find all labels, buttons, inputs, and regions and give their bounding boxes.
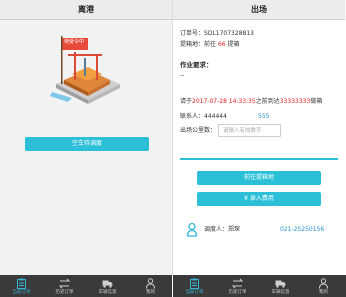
dispatcher-phone[interactable]: 021-25250156 [280,226,324,234]
truck-icon [275,280,286,288]
deadline-text: 请于2017-07-28 14:33:35之前到达33333333做箱 [180,98,323,105]
tab-current-orders[interactable]: 当前订单 [173,275,216,297]
left-screen: 离港 待受令中 空车待调度 [0,0,172,297]
mileage-input[interactable]: 请输入有效数字 [218,124,281,137]
dispatcher-icon [186,222,198,237]
clipboard-icon [17,278,26,289]
flag-text: 待受令中 [64,39,85,45]
tab-history-orders[interactable]: 历史订单 [43,275,86,297]
order-number: 订单号：SDL1707328813 [180,30,254,37]
history-icon [232,278,243,289]
contact-person: 联系人：444444 [180,113,227,120]
person-icon [319,278,328,289]
tab-history-orders[interactable]: 历史订单 [216,275,259,297]
container-yard-illustration [50,36,120,104]
job-requirements-value: -- [180,72,185,79]
clipboard-icon [190,278,199,289]
mileage-label: 出场公里数： [180,127,217,134]
empty-truck-dispatch-button[interactable]: 空车待调度 [25,137,149,151]
right-screen: 出场 订单号：SDL1707328813 提箱地：前往 66 提箱 作业要求： … [173,0,345,297]
history-icon [59,278,70,289]
pickup-location: 提箱地：前往 66 提箱 [180,41,240,48]
tab-current-orders[interactable]: 当前订单 [0,275,43,297]
tab-me[interactable]: 我的 [302,275,345,297]
tab-me[interactable]: 我的 [129,275,172,297]
dispatcher-info: 调度人：郑琛 [204,226,241,233]
contact-phone[interactable]: 555 [258,113,269,121]
go-to-pickup-button[interactable]: 前往提箱地 [197,171,321,185]
tab-vehicle-info[interactable]: 车辆信息 [259,275,302,297]
enter-fee-button[interactable]: ¥ 录入费用 [197,192,321,206]
person-icon [146,278,155,289]
truck-icon [102,280,113,288]
bottom-tab-bar-left: 当前订单 历史订单 车辆信息 我的 [0,275,172,297]
tab-vehicle-info[interactable]: 车辆信息 [86,275,129,297]
page-title: 出场 [173,0,345,20]
job-requirements-label: 作业要求： [180,61,213,69]
section-separator [180,158,338,160]
page-title: 离港 [0,0,172,20]
bottom-tab-bar-right: 当前订单 历史订单 车辆信息 我的 [173,275,346,297]
